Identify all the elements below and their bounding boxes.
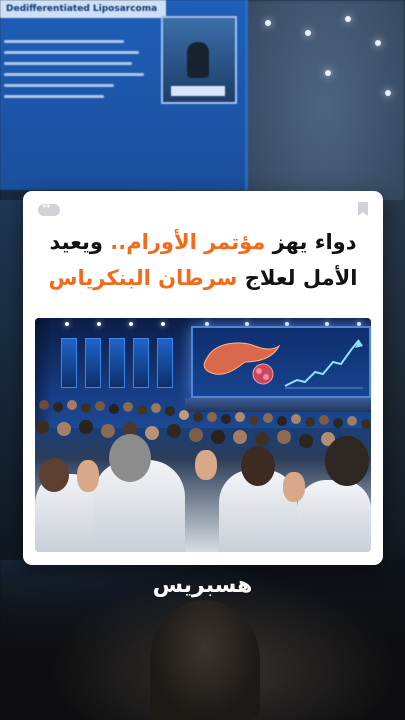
audience-member [297, 480, 371, 552]
news-card[interactable]: دواء يهز مؤتمر الأورام.. ويعيد الأمل لعل… [23, 191, 383, 565]
slide-text-lines [4, 40, 154, 106]
headline-accent2: سرطان البنكرياس [48, 266, 238, 290]
ceiling-lights [245, 0, 405, 180]
audience-member-head [109, 434, 151, 482]
article-photo [35, 318, 371, 552]
background-audience-head [150, 600, 260, 720]
background-presentation-slide: Dedifferentiated Liposarcoma [0, 0, 248, 190]
clapping-hands [77, 460, 99, 492]
headline-accent1: مؤتمر الأورام.. [102, 230, 266, 254]
clapping-hands [195, 450, 217, 480]
brand-logo: هسبريس [152, 573, 253, 598]
slide-title: Dedifferentiated Liposarcoma [0, 0, 166, 18]
photo-audience [35, 380, 371, 552]
bookmark-icon[interactable] [358, 202, 368, 216]
clapping-hands [283, 472, 305, 502]
headline-part1: دواء يهز [265, 230, 357, 254]
audience-member-head [39, 458, 69, 492]
audience-member-head [325, 436, 369, 486]
slide-speaker-video [161, 16, 237, 104]
slide-conference-logo [171, 86, 225, 96]
link-icon[interactable] [38, 201, 60, 216]
audience-member-head [241, 446, 275, 486]
headline: دواء يهز مؤتمر الأورام.. ويعيد الأمل لعل… [37, 224, 369, 296]
